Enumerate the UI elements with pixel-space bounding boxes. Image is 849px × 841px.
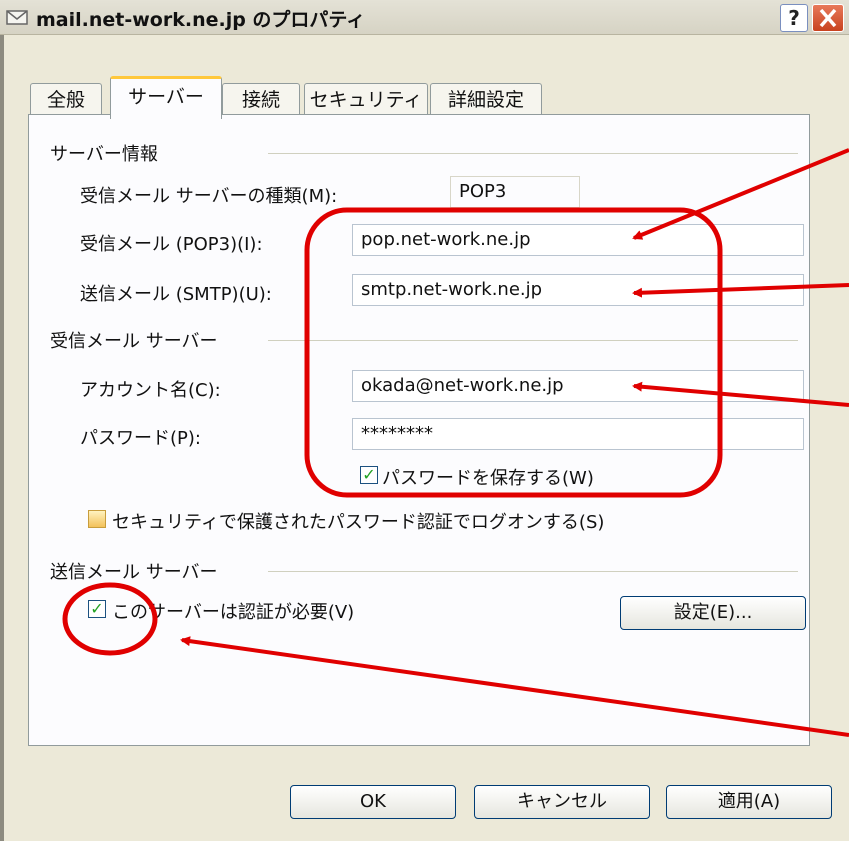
save-password-label: パスワードを保存する(W) [382, 468, 594, 489]
incoming-server-input[interactable]: pop.net-work.ne.jp [352, 224, 804, 256]
tab-server[interactable]: サーバー [110, 76, 222, 119]
save-password-checkbox[interactable]: ✓ [360, 466, 378, 484]
window-title: mail.net-work.ne.jp のプロパティ [36, 9, 366, 31]
ok-button[interactable]: OK [290, 785, 456, 819]
outgoing-mail-server-heading: 送信メール サーバー [50, 562, 218, 583]
apply-button[interactable]: 適用(A) [666, 785, 832, 819]
outgoing-server-input[interactable]: smtp.net-work.ne.jp [352, 274, 804, 306]
server-type-field: POP3 [450, 176, 580, 208]
close-icon [819, 8, 837, 28]
help-button[interactable]: ? [780, 4, 808, 32]
incoming-mail-server-heading: 受信メール サーバー [50, 331, 218, 352]
spa-logon-checkbox[interactable] [88, 510, 106, 528]
outgoing-server-label: 送信メール (SMTP)(U): [80, 284, 272, 305]
mail-icon [6, 10, 28, 25]
tab-security[interactable]: セキュリティ [304, 83, 428, 116]
server-requires-auth-checkbox[interactable]: ✓ [88, 600, 106, 618]
password-input[interactable]: ******** [352, 418, 804, 450]
close-button[interactable] [812, 4, 844, 32]
account-name-label: アカウント名(C): [80, 380, 221, 401]
server-requires-auth-label: このサーバーは認証が必要(V) [112, 602, 355, 623]
tab-connection[interactable]: 接続 [222, 83, 300, 116]
server-type-label: 受信メール サーバーの種類(M): [80, 186, 338, 207]
password-label: パスワード(P): [80, 428, 201, 449]
server-info-heading: サーバー情報 [50, 144, 158, 165]
tab-advanced[interactable]: 詳細設定 [430, 83, 542, 116]
outgoing-server-divider [268, 571, 798, 572]
account-name-input[interactable]: okada@net-work.ne.jp [352, 370, 804, 402]
server-info-divider [268, 153, 798, 154]
cancel-button[interactable]: キャンセル [474, 785, 650, 819]
spa-logon-label: セキュリティで保護されたパスワード認証でログオンする(S) [112, 512, 605, 533]
incoming-server-label: 受信メール (POP3)(I): [80, 234, 263, 255]
incoming-server-divider [268, 340, 798, 341]
title-bar: mail.net-work.ne.jp のプロパティ ? [0, 0, 849, 35]
outgoing-settings-button[interactable]: 設定(E)... [620, 596, 806, 630]
tab-general[interactable]: 全般 [30, 83, 102, 116]
